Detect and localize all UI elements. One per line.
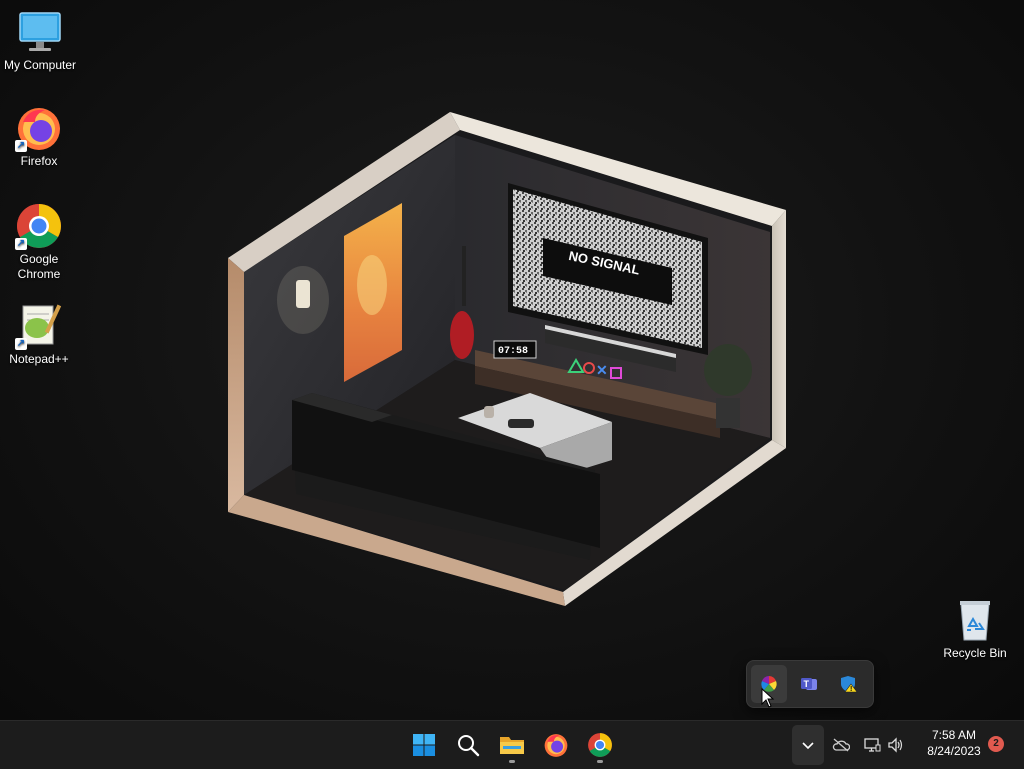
taskbar-firefox[interactable]	[536, 725, 576, 765]
svg-text:!: !	[850, 686, 852, 693]
search-button[interactable]	[448, 725, 488, 765]
svg-text:T: T	[804, 679, 810, 689]
chrome-icon	[588, 733, 612, 757]
tray-item-teams[interactable]: T	[791, 665, 827, 703]
security-warning-icon: !	[841, 676, 858, 693]
svg-text:✕: ✕	[596, 362, 608, 378]
desktop[interactable]: NO SIGNAL 07:58 ✕ My Computer ↗ Firefox …	[0, 0, 1024, 720]
taskbar-file-explorer[interactable]	[492, 725, 532, 765]
clock-time: 7:58 AM	[931, 728, 977, 742]
notification-badge[interactable]: 2	[988, 736, 1004, 752]
chrome-icon: ↗	[15, 202, 63, 250]
desktop-icon-google-chrome[interactable]: ↗ Google Chrome	[0, 202, 79, 282]
desktop-icon-label: Google Chrome	[17, 252, 61, 281]
monitor-icon	[16, 8, 64, 56]
mouse-cursor-icon	[761, 688, 775, 708]
onedrive-offline-icon	[832, 738, 850, 752]
shortcut-arrow-icon: ↗	[15, 238, 27, 250]
clock-date: 8/24/2023	[927, 744, 981, 758]
firefox-icon	[544, 734, 568, 757]
recycle-bin-icon	[951, 596, 999, 644]
volume-button[interactable]	[884, 725, 908, 765]
tray-item-windows-security[interactable]: !	[831, 665, 867, 703]
shortcut-arrow-icon: ↗	[15, 338, 27, 350]
wallpaper-room-illustration: NO SIGNAL 07:58 ✕	[228, 112, 786, 606]
desktop-icon-label: My Computer	[3, 58, 77, 72]
wallpaper-clock-text: 07:58	[498, 346, 528, 357]
file-explorer-icon	[500, 737, 524, 754]
desktop-icon-my-computer[interactable]: My Computer	[0, 8, 80, 73]
running-indicator	[509, 760, 515, 763]
show-hidden-icons-button[interactable]	[792, 725, 824, 765]
taskbar-chrome[interactable]	[580, 725, 620, 765]
desktop-icon-recycle-bin[interactable]: Recycle Bin	[935, 596, 1015, 661]
network-button[interactable]	[860, 725, 884, 765]
teams-icon: T	[801, 678, 817, 690]
taskbar-clock[interactable]: 7:58 AM 8/24/2023	[914, 727, 994, 759]
taskbar	[0, 720, 1024, 769]
firefox-icon: ↗	[15, 104, 63, 152]
desktop-icon-firefox[interactable]: ↗ Firefox	[0, 104, 79, 169]
desktop-icon-label: Recycle Bin	[943, 646, 1007, 660]
volume-icon	[888, 737, 903, 753]
search-icon	[458, 735, 480, 757]
notepadpp-icon: ↗	[15, 302, 63, 350]
shortcut-arrow-icon: ↗	[15, 140, 27, 152]
onedrive-status-button[interactable]	[828, 725, 854, 765]
start-button[interactable]	[404, 725, 444, 765]
windows-start-icon	[413, 734, 435, 756]
desktop-icon-notepad-plus-plus[interactable]: ↗ Notepad++	[0, 302, 79, 367]
desktop-icon-label: Notepad++	[9, 352, 69, 366]
network-icon	[864, 738, 881, 752]
desktop-icon-label: Firefox	[20, 154, 58, 168]
running-indicator	[597, 760, 603, 763]
chevron-down-icon	[802, 742, 814, 750]
